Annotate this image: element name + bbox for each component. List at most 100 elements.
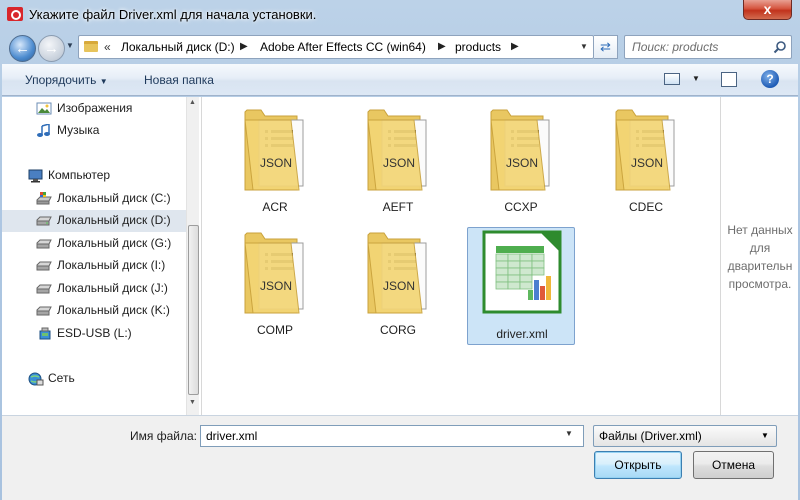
sidebar-item-drive-g[interactable]: Локальный диск (G:) [2, 233, 187, 255]
sidebar-item-usb-l[interactable]: ESD-USB (L:) [2, 323, 187, 345]
app-icon [7, 7, 23, 21]
forward-arrow-icon: → [44, 40, 59, 57]
breadcrumb-separator-icon[interactable]: ▶ [240, 41, 248, 52]
close-button[interactable]: x [743, 0, 792, 20]
address-overflow-chevrons[interactable]: « [104, 40, 111, 54]
navigation-pane-scrollbar[interactable]: ▲ ▼ [186, 97, 199, 415]
file-item-driver-xml[interactable]: driver.xml [467, 227, 575, 345]
preview-empty-message: Нет данных для дварительн просмотра. [721, 221, 799, 293]
forward-button[interactable]: → [38, 35, 65, 62]
sidebar-item-label: Локальный диск (G:) [57, 236, 172, 250]
json-folder-icon [244, 109, 304, 191]
navigation-pane[interactable]: Изображения Музыка Компьютер Локальный д… [2, 97, 199, 415]
folder-icon [84, 41, 98, 52]
sidebar-item-label: Локальный диск (J:) [57, 281, 168, 295]
drive-icon [36, 284, 52, 294]
sidebar-item-label: Сеть [48, 371, 75, 385]
sidebar-item-drive-c[interactable]: Локальный диск (C:) [2, 188, 187, 210]
organize-button[interactable]: Упорядочить ▼ [25, 73, 108, 87]
json-badge: JSON [259, 279, 293, 293]
back-button[interactable]: ← [9, 35, 36, 62]
refresh-button[interactable]: ⇄ [594, 35, 618, 59]
json-badge: JSON [382, 279, 416, 293]
filename-input[interactable]: driver.xml ▼ [200, 425, 584, 447]
network-icon [28, 372, 44, 386]
breadcrumb-drive-d[interactable]: Локальный диск (D:) [121, 40, 235, 54]
preview-pane: Нет данных для дварительн просмотра. [720, 97, 798, 415]
open-button[interactable]: Открыть [594, 451, 682, 479]
file-name: AEFT [382, 200, 414, 214]
window-title: Укажите файл Driver.xml для начала устан… [29, 7, 317, 22]
json-badge: JSON [382, 156, 416, 170]
usb-drive-icon [39, 327, 51, 340]
pictures-icon [36, 102, 52, 115]
file-list[interactable]: JSON ACR JSON AEFT JSON CCXP JSON CDEC J… [201, 97, 719, 415]
drive-icon [36, 239, 52, 249]
json-badge: JSON [259, 156, 293, 170]
breadcrumb-products[interactable]: products [455, 40, 501, 54]
help-icon[interactable]: ? [761, 70, 779, 88]
view-options-dropdown[interactable]: ▼ [692, 74, 700, 83]
search-placeholder: Поиск: products [632, 40, 719, 54]
new-folder-button[interactable]: Новая папка [144, 73, 214, 87]
computer-icon [28, 169, 43, 183]
scrollbar-thumb[interactable] [188, 225, 199, 395]
chevron-down-icon[interactable]: ▼ [565, 429, 573, 438]
json-folder-icon [615, 109, 675, 191]
sidebar-item-drive-d[interactable]: Локальный диск (D:) [2, 210, 187, 232]
change-view-icon[interactable] [664, 73, 680, 85]
file-name: driver.xml [496, 327, 548, 341]
file-open-dialog: Укажите файл Driver.xml для начала устан… [0, 0, 800, 500]
file-item-folder[interactable]: JSON ACR [221, 102, 329, 220]
search-box[interactable]: Поиск: products [624, 35, 792, 59]
file-item-folder[interactable]: JSON COMP [221, 225, 329, 343]
address-bar[interactable]: « Локальный диск (D:) ▶ Adobe After Effe… [78, 35, 594, 59]
drive-icon [36, 306, 52, 316]
filename-label: Имя файла: [130, 429, 197, 443]
breadcrumb-separator-icon[interactable]: ▶ [438, 41, 446, 52]
file-name: ACR [262, 200, 288, 214]
sidebar-item-label: Локальный диск (I:) [57, 258, 166, 272]
scroll-down-icon[interactable]: ▼ [189, 399, 196, 406]
json-folder-icon [490, 109, 550, 191]
file-name: CCXP [504, 200, 538, 214]
drive-icon [36, 216, 52, 226]
organize-label: Упорядочить [25, 73, 97, 87]
music-icon [37, 124, 50, 137]
breadcrumb-separator-icon[interactable]: ▶ [511, 41, 519, 52]
sidebar-item-drive-i[interactable]: Локальный диск (I:) [2, 255, 187, 277]
breadcrumb-after-effects[interactable]: Adobe After Effects CC (win64) [260, 40, 426, 54]
file-type-value: Файлы (Driver.xml) [599, 429, 702, 443]
json-badge: JSON [505, 156, 539, 170]
preview-pane-toggle-icon[interactable] [721, 72, 737, 87]
system-drive-icon [36, 192, 52, 205]
sidebar-item-music[interactable]: Музыка [2, 120, 187, 142]
file-item-folder[interactable]: JSON CDEC [592, 102, 700, 220]
chevron-down-icon: ▼ [761, 431, 769, 440]
json-folder-icon [367, 109, 427, 191]
sidebar-item-network[interactable]: Сеть [2, 368, 187, 390]
navigation-bar: ← → ▼ « Локальный диск (D:) ▶ Adobe Afte… [0, 30, 800, 64]
scroll-up-icon[interactable]: ▲ [189, 99, 196, 106]
cancel-button[interactable]: Отмена [693, 451, 774, 479]
file-item-folder[interactable]: JSON CORG [344, 225, 452, 343]
preview-text-line: дварительн [727, 259, 793, 273]
file-item-folder[interactable]: JSON CCXP [467, 102, 575, 220]
command-bar: Упорядочить ▼ Новая папка ▼ ? [2, 64, 798, 96]
sidebar-item-label: Компьютер [48, 168, 111, 182]
sidebar-item-pictures[interactable]: Изображения [2, 98, 187, 120]
json-badge: JSON [630, 156, 664, 170]
recent-locations-dropdown[interactable]: ▼ [66, 41, 74, 50]
sidebar-item-label: Локальный диск (D:) [57, 213, 171, 227]
file-item-folder[interactable]: JSON AEFT [344, 102, 452, 220]
file-type-select[interactable]: Файлы (Driver.xml) ▼ [593, 425, 777, 447]
sidebar-item-computer[interactable]: Компьютер [2, 165, 187, 187]
title-bar: Укажите файл Driver.xml для начала устан… [0, 0, 800, 30]
search-icon[interactable] [773, 40, 787, 54]
sidebar-item-drive-j[interactable]: Локальный диск (J:) [2, 278, 187, 300]
preview-text-line: для [749, 241, 771, 255]
filename-value: driver.xml [206, 429, 258, 443]
address-dropdown[interactable]: ▼ [575, 38, 593, 56]
sidebar-item-drive-k[interactable]: Локальный диск (K:) [2, 300, 187, 322]
chevron-down-icon: ▼ [99, 77, 108, 86]
